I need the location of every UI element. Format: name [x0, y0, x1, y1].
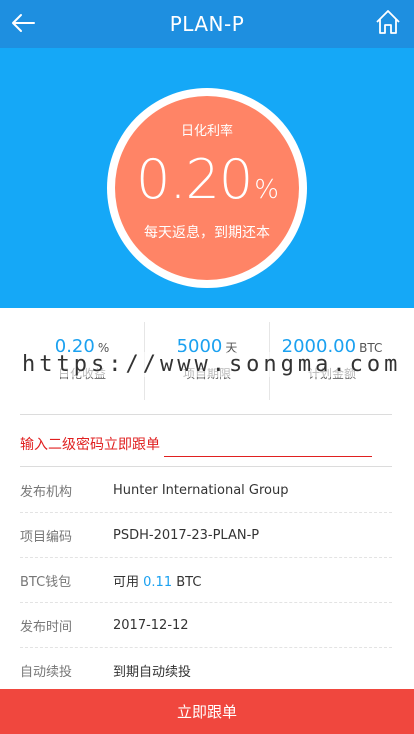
password-label: 输入二级密码立即跟单 — [20, 437, 160, 453]
info-key: 项目编码 — [20, 529, 73, 545]
info-list: 发布机构 Hunter International Group 项目编码 PSD… — [20, 468, 392, 693]
info-value: PSDH-2017-23-PLAN-P — [113, 527, 260, 543]
rate-note: 每天返息，到期还本 — [144, 225, 270, 241]
password-row: 输入二级密码立即跟单 — [20, 424, 392, 464]
back-arrow-icon[interactable] — [8, 8, 38, 38]
password-input[interactable] — [164, 431, 372, 457]
info-key: BTC钱包 — [20, 574, 72, 590]
info-key: 发布机构 — [20, 484, 73, 500]
rate-circle-inner: 日化利率 0.20% 每天返息，到期还本 — [115, 96, 299, 280]
wallet-amount: 0.11 — [143, 574, 173, 590]
info-key: 自动续投 — [20, 665, 73, 680]
info-row-date: 发布时间 2017-12-12 — [20, 603, 392, 648]
home-icon[interactable] — [374, 8, 402, 36]
rate-circle: 日化利率 0.20% 每天返息，到期还本 — [107, 88, 307, 288]
info-row-code: 项目编码 PSDH-2017-23-PLAN-P — [20, 513, 392, 558]
info-key: 发布时间 — [20, 619, 73, 635]
watermark-text: https://www.songma.com — [22, 352, 412, 377]
rate-value: 0.20 — [136, 148, 253, 211]
page-title: PLAN-P — [169, 12, 245, 36]
wallet-unit: BTC — [176, 574, 202, 590]
info-value: Hunter International Group — [113, 482, 289, 498]
info-value: 可用 0.11 BTC — [113, 571, 201, 590]
divider — [20, 466, 392, 467]
rate-unit: % — [254, 175, 279, 205]
rate-hero: 日化利率 0.20% 每天返息，到期还本 — [0, 48, 414, 308]
top-bar: PLAN-P — [0, 0, 414, 48]
info-row-renew: 自动续投 到期自动续投 — [20, 648, 392, 693]
info-row-publisher: 发布机构 Hunter International Group — [20, 468, 392, 513]
divider — [20, 414, 392, 415]
follow-now-button[interactable]: 立即跟单 — [0, 689, 414, 734]
info-row-wallet: BTC钱包 可用 0.11 BTC — [20, 558, 392, 603]
wallet-prefix: 可用 — [113, 574, 140, 590]
info-value: 到期自动续投 — [113, 665, 192, 680]
info-value: 2017-12-12 — [113, 617, 189, 633]
rate-label: 日化利率 — [180, 124, 233, 139]
rate-value-line: 0.20% — [115, 148, 299, 211]
